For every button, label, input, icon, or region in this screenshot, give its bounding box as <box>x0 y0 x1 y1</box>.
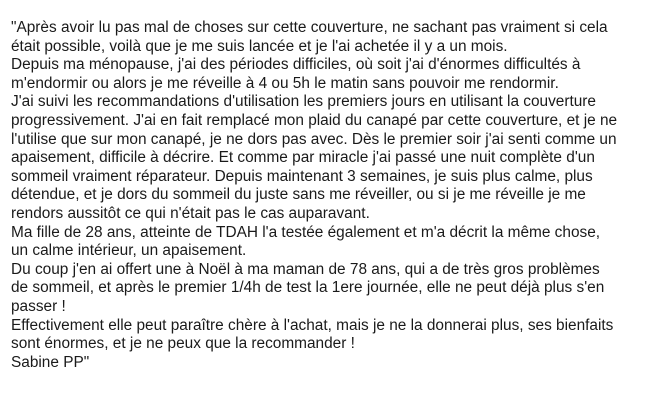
text-line: l'utilise que sur mon canapé, je ne dors… <box>11 130 617 148</box>
text-line: un calme intérieur, un apaisement. <box>11 242 247 260</box>
text-line: était possible, voilà que je me suis lan… <box>11 37 508 55</box>
text-line: passer ! <box>11 297 66 315</box>
text-line: de sommeil, et après le premier 1/4h de … <box>11 279 605 297</box>
text-line: sont énormes, et je ne peux que la recom… <box>11 335 355 353</box>
testimonial-text: "Après avoir lu pas mal de choses sur ce… <box>11 19 643 372</box>
text-line: Du coup j'en ai offert une à Noël à ma m… <box>11 260 600 278</box>
text-line: Depuis ma ménopause, j'ai des périodes d… <box>11 56 581 74</box>
text-line: détendue, et je dors du sommeil du juste… <box>11 186 586 204</box>
text-line: "Après avoir lu pas mal de choses sur ce… <box>11 19 608 36</box>
text-line: progressivement. J'ai en fait remplacé m… <box>11 111 618 129</box>
text-line: Ma fille de 28 ans, atteinte de TDAH l'a… <box>11 223 601 241</box>
text-line: Effectivement elle peut paraître chère à… <box>11 316 614 334</box>
text-line: apaisement, difficile à décrire. Et comm… <box>11 149 595 167</box>
text-line: m'endormir ou alors je me réveille à 4 o… <box>11 74 559 92</box>
text-line: rendors aussitôt ce qui n'était pas le c… <box>11 204 370 222</box>
signature: Sabine PP" <box>11 353 90 371</box>
text-line: sommeil vraiment réparateur. Depuis main… <box>11 167 593 185</box>
text-line: J'ai suivi les recommandations d'utilisa… <box>11 93 596 111</box>
